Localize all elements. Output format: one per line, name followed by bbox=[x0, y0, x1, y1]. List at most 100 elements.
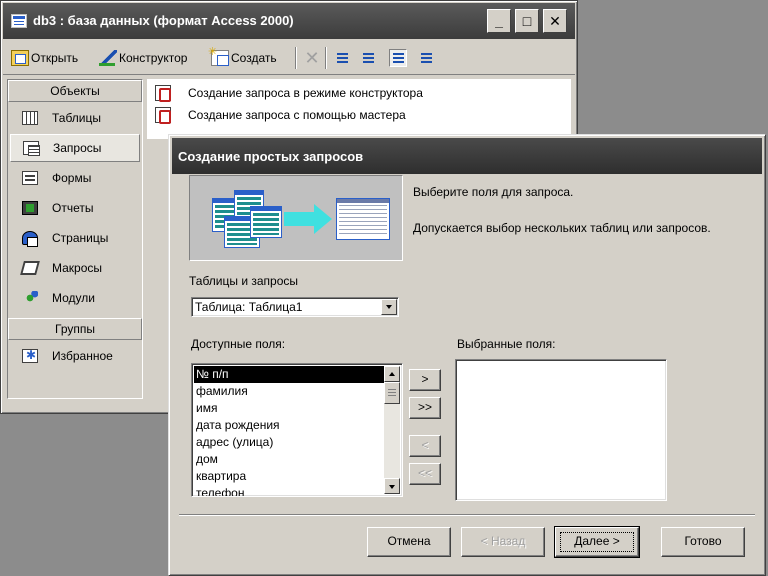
database-icon bbox=[11, 14, 27, 28]
details-view-icon[interactable] bbox=[417, 49, 435, 67]
instruction-select-fields: Выберите поля для запроса. bbox=[413, 185, 574, 199]
finish-button[interactable]: Готово bbox=[661, 527, 745, 557]
list-item[interactable]: телефон bbox=[194, 485, 384, 496]
focus-ring bbox=[560, 532, 634, 552]
object-item-queries[interactable]: Запросы bbox=[10, 134, 140, 162]
back-button[interactable]: < Назад bbox=[461, 527, 545, 557]
objects-header[interactable]: Объекты bbox=[8, 80, 142, 102]
arrow-head-icon bbox=[314, 204, 332, 234]
list-item[interactable]: дом bbox=[194, 451, 384, 468]
objects-list: Создание запроса в режиме конструктора С… bbox=[147, 79, 571, 139]
design-icon bbox=[99, 50, 117, 66]
object-item-label: Отчеты bbox=[52, 201, 94, 215]
wizard-illustration bbox=[189, 175, 403, 261]
table-icon bbox=[22, 111, 38, 125]
list-item-create-in-design-view[interactable]: Создание запроса в режиме конструктора bbox=[155, 83, 423, 103]
object-item-label: Страницы bbox=[52, 231, 109, 245]
objects-pane: Объекты Таблицы Запросы Формы Отчеты Стр… bbox=[7, 79, 143, 399]
page-icon bbox=[22, 231, 38, 247]
large-icons-view-icon[interactable] bbox=[333, 49, 351, 67]
list-item[interactable]: адрес (улица) bbox=[194, 434, 384, 451]
object-item-modules[interactable]: Модули bbox=[10, 284, 140, 312]
list-item-create-with-wizard[interactable]: Создание запроса с помощью мастера bbox=[155, 105, 406, 125]
scroll-thumb[interactable] bbox=[384, 382, 400, 404]
object-item-forms[interactable]: Формы bbox=[10, 164, 140, 192]
design-button[interactable]: Конструктор bbox=[99, 47, 187, 69]
list-item[interactable]: фамилия bbox=[194, 383, 384, 400]
database-window-titlebar[interactable]: db3 : база данных (формат Access 2000) _… bbox=[3, 3, 575, 39]
wizard-title: Создание простых запросов bbox=[178, 149, 364, 164]
scroll-down-icon[interactable] bbox=[384, 478, 400, 494]
wizard-shortcut-icon bbox=[155, 107, 171, 124]
group-item-label: Избранное bbox=[52, 349, 113, 363]
database-toolbar: Открыть Конструктор Создать ✕ bbox=[3, 39, 575, 75]
available-fields-list[interactable]: № п/п фамилия имя дата рождения адрес (у… bbox=[191, 363, 403, 497]
object-item-macros[interactable]: Макросы bbox=[10, 254, 140, 282]
small-icons-view-icon[interactable] bbox=[359, 49, 377, 67]
button-divider bbox=[179, 514, 755, 516]
list-item[interactable]: квартира bbox=[194, 468, 384, 485]
object-item-label: Модули bbox=[52, 291, 95, 305]
object-item-tables[interactable]: Таблицы bbox=[10, 104, 140, 132]
object-item-pages[interactable]: Страницы bbox=[10, 224, 140, 252]
macro-icon bbox=[20, 261, 40, 275]
groups-header[interactable]: Группы bbox=[8, 318, 142, 340]
selected-fields-list[interactable] bbox=[455, 359, 667, 501]
list-item[interactable]: № п/п bbox=[194, 366, 384, 383]
module-icon bbox=[22, 291, 38, 305]
open-icon bbox=[11, 50, 29, 66]
form-icon bbox=[22, 171, 38, 185]
report-icon bbox=[22, 201, 38, 215]
object-item-label: Макросы bbox=[52, 261, 103, 275]
minimize-icon: _ bbox=[495, 13, 503, 29]
object-item-reports[interactable]: Отчеты bbox=[10, 194, 140, 222]
wizard-shortcut-icon bbox=[155, 85, 171, 102]
object-item-label: Таблицы bbox=[52, 111, 102, 125]
add-all-fields-button[interactable]: >> bbox=[409, 397, 441, 419]
maximize-icon: □ bbox=[522, 13, 532, 29]
scroll-up-icon[interactable] bbox=[384, 366, 400, 382]
database-window-title: db3 : база данных (формат Access 2000) bbox=[33, 13, 294, 28]
tables-queries-value: Таблица: Таблица1 bbox=[195, 300, 303, 314]
groups-header-label: Группы bbox=[55, 322, 95, 336]
list-item[interactable]: дата рождения bbox=[194, 417, 384, 434]
list-item-label: Создание запроса в режиме конструктора bbox=[188, 86, 423, 100]
cancel-button[interactable]: Отмена bbox=[367, 527, 451, 557]
chevron-down-icon[interactable] bbox=[381, 299, 397, 315]
selected-fields-label: Выбранные поля: bbox=[457, 337, 556, 351]
remove-field-button[interactable]: < bbox=[409, 435, 441, 457]
object-item-label: Формы bbox=[52, 171, 92, 185]
available-fields-scrollbar[interactable] bbox=[384, 366, 400, 494]
object-item-label: Запросы bbox=[53, 141, 102, 155]
toolbar-separator bbox=[325, 47, 327, 69]
delete-icon[interactable]: ✕ bbox=[303, 49, 321, 67]
remove-all-fields-button[interactable]: << bbox=[409, 463, 441, 485]
close-button[interactable]: ✕ bbox=[543, 9, 567, 33]
next-button[interactable]: Далее > bbox=[554, 526, 640, 558]
create-button[interactable]: Создать bbox=[208, 45, 277, 69]
instruction-multiple-tables: Допускается выбор нескольких таблиц или … bbox=[413, 221, 711, 235]
create-button-label: Создать bbox=[231, 51, 277, 65]
create-icon bbox=[208, 45, 229, 66]
add-field-button[interactable]: > bbox=[409, 369, 441, 391]
list-view-icon[interactable] bbox=[389, 49, 407, 67]
toolbar-separator bbox=[295, 47, 297, 69]
available-fields-label: Доступные поля: bbox=[191, 337, 286, 351]
wizard-titlebar[interactable]: Создание простых запросов bbox=[172, 138, 762, 174]
source-table-icon bbox=[250, 206, 282, 238]
minimize-button[interactable]: _ bbox=[487, 9, 511, 33]
result-table-icon bbox=[336, 198, 390, 240]
open-button-label: Открыть bbox=[31, 51, 79, 65]
design-button-label: Конструктор bbox=[119, 51, 188, 65]
tables-queries-select[interactable]: Таблица: Таблица1 bbox=[191, 297, 399, 317]
open-button[interactable]: Открыть bbox=[11, 47, 78, 69]
tables-queries-label: Таблицы и запросы bbox=[189, 274, 299, 288]
close-icon: ✕ bbox=[549, 13, 561, 29]
arrow-right-icon bbox=[284, 212, 316, 226]
list-item[interactable]: имя bbox=[194, 400, 384, 417]
favorites-icon bbox=[22, 348, 38, 363]
query-icon bbox=[23, 141, 40, 156]
objects-header-label: Объекты bbox=[50, 84, 100, 98]
maximize-button[interactable]: □ bbox=[515, 9, 539, 33]
group-item-favorites[interactable]: Избранное bbox=[10, 342, 140, 370]
